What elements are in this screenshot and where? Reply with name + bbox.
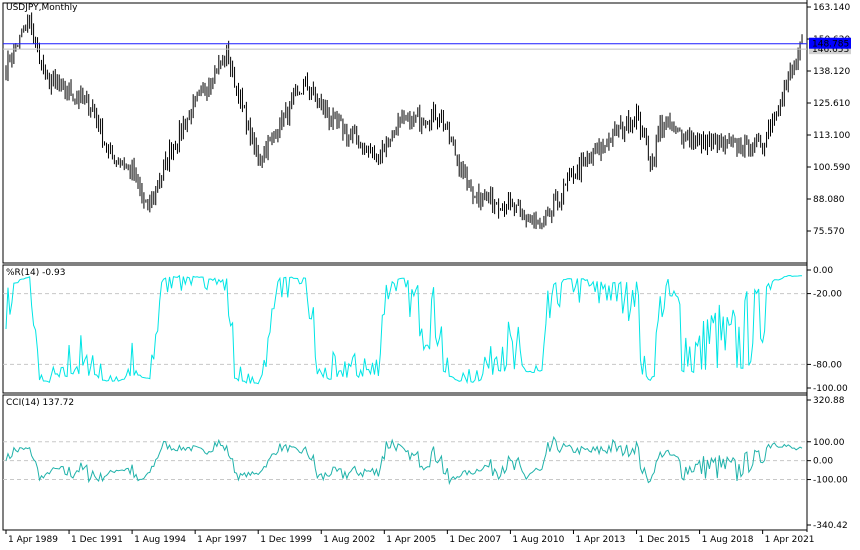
time-tick-label: 1 Apr 2013 xyxy=(575,535,625,545)
time-tick-label: 1 Aug 1994 xyxy=(134,535,186,545)
wpr-tick-label: -100.00 xyxy=(813,384,848,394)
cci-tick-label: -340.42 xyxy=(813,521,848,531)
time-tick-label: 1 Apr 2005 xyxy=(386,535,436,545)
time-tick-label: 1 Aug 2010 xyxy=(512,535,564,545)
price-tick-label: 88.080 xyxy=(813,195,845,205)
price-tick-label: 163.140 xyxy=(813,3,850,13)
cci-tick-label: 0.00 xyxy=(813,457,833,467)
cci-tick-label: -100.00 xyxy=(813,476,848,486)
time-tick-label: 1 Dec 2015 xyxy=(639,535,691,545)
time-tick-label: 1 Dec 1999 xyxy=(260,535,312,545)
wpr-tick-label: -80.00 xyxy=(813,360,842,370)
pane-frame xyxy=(2,2,808,264)
time-tick-label: 1 Aug 2018 xyxy=(702,535,754,545)
time-tick-label: 1 Dec 1991 xyxy=(71,535,123,545)
cci-indicator-title: CCI(14) 137.72 xyxy=(6,398,75,408)
price-tick-label: 75.570 xyxy=(813,227,845,237)
time-tick-label: 1 Apr 1997 xyxy=(197,535,247,545)
price-tick-label: 138.120 xyxy=(813,67,850,77)
cci-tick-label: 100.00 xyxy=(813,438,845,448)
time-tick-label: 1 Apr 1989 xyxy=(8,535,58,545)
current-price-label: 148.785 xyxy=(812,40,849,50)
wpr-series-line xyxy=(5,274,803,385)
price-tick-label: 113.100 xyxy=(813,131,850,141)
wpr-tick-label: 0.00 xyxy=(813,266,833,276)
wpr-indicator-title: %R(14) -0.93 xyxy=(6,268,66,278)
cci-tick-label: 320.88 xyxy=(813,396,845,406)
time-tick-label: 1 Apr 2021 xyxy=(765,535,815,545)
price-tick-label: 125.610 xyxy=(813,99,850,109)
time-tick-label: 1 Aug 2002 xyxy=(323,535,375,545)
chart-canvas: 163.140150.620138.120125.610113.100100.5… xyxy=(2,0,851,545)
time-tick-label: 1 Dec 2007 xyxy=(449,535,501,545)
main-chart-title: USDJPY,Monthly xyxy=(6,3,78,13)
wpr-tick-label: -20.00 xyxy=(813,290,842,300)
price-tick-label: 100.590 xyxy=(813,163,850,173)
pane-frame xyxy=(2,394,808,531)
